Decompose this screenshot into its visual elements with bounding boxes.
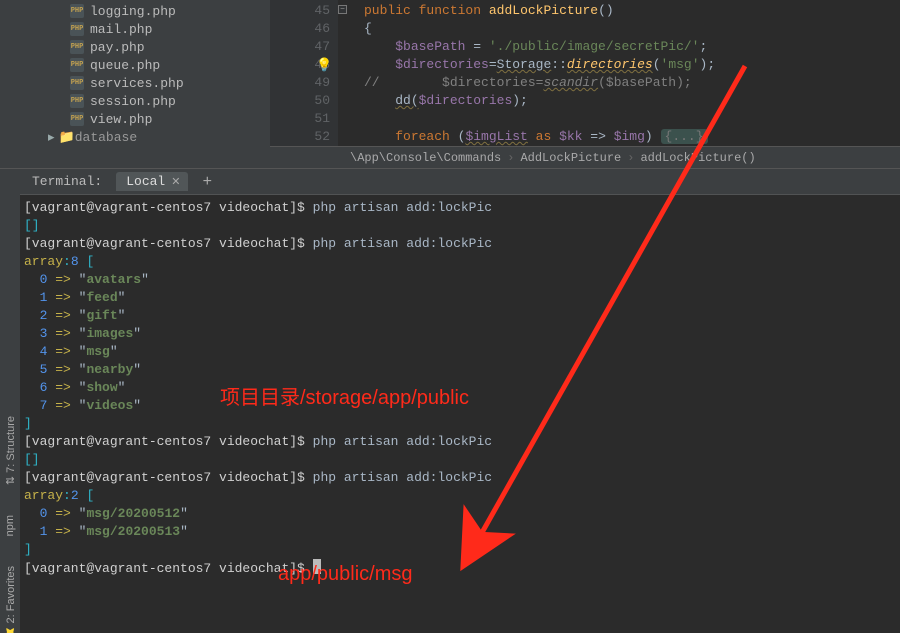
tree-label: queue.php (90, 58, 160, 73)
breadcrumb-seg[interactable]: \App\Console\Commands (350, 151, 501, 165)
add-terminal-button[interactable]: + (202, 173, 212, 191)
terminal-body: Terminal: Local ✕ + [vagrant@vagrant-cent… (20, 169, 900, 633)
tree-label: mail.php (90, 22, 152, 37)
sidebar-tab-favorites[interactable]: ⭐ 2: Favorites (4, 566, 17, 633)
php-icon: PHP (70, 40, 84, 54)
php-icon: PHP (70, 76, 84, 90)
tree-file[interactable]: PHP queue.php (0, 56, 270, 74)
bulb-icon[interactable]: 💡 (316, 57, 332, 75)
terminal-tab[interactable]: Local ✕ (116, 172, 188, 191)
tree-label: logging.php (90, 4, 176, 19)
terminal-tabs[interactable]: Terminal: Local ✕ + (20, 169, 900, 195)
terminal-title: Terminal: (32, 174, 102, 189)
annotation-text-1: 项目目录/storage/app/public (220, 381, 469, 410)
line-number: 52 (270, 128, 330, 146)
sidebar-tab-npm[interactable]: npm (4, 515, 16, 536)
chevron-right-icon: › (507, 151, 514, 165)
chevron-right-icon: ▸ (48, 130, 55, 145)
php-icon: PHP (70, 22, 84, 36)
top-split: PHP logging.php PHP mail.php PHP pay.php PH… (0, 0, 900, 169)
php-icon: PHP (70, 112, 84, 126)
line-number: 51 (270, 110, 330, 128)
tree-folder[interactable]: ▸📁 database (0, 128, 270, 146)
tree-label: session.php (90, 94, 176, 109)
tree-file[interactable]: PHP services.php (0, 74, 270, 92)
php-icon: PHP (70, 58, 84, 72)
php-icon: PHP (70, 4, 84, 18)
breadcrumb-seg[interactable]: AddLockPicture (520, 151, 621, 165)
line-number: 47 (270, 38, 330, 56)
tree-file[interactable]: PHP pay.php (0, 38, 270, 56)
code-area[interactable]: public function addLockPicture() { $base… (338, 0, 900, 146)
fold-placeholder[interactable]: {...} (661, 129, 708, 144)
line-number: 45 (270, 2, 330, 20)
chevron-right-icon: › (627, 151, 634, 165)
breadcrumb-seg[interactable]: addLockPicture() (640, 151, 755, 165)
close-icon[interactable]: ✕ (171, 175, 180, 189)
tree-file[interactable]: PHP session.php (0, 92, 270, 110)
terminal-panel: ⭐ 2: Favorites npm ⇅ 7: Structure Termin… (0, 169, 900, 633)
breadcrumb[interactable]: \App\Console\Commands › AddLockPicture › a… (270, 146, 900, 168)
terminal-output[interactable]: [vagrant@vagrant-centos7 videochat]$ php… (20, 195, 900, 633)
code-editor[interactable]: − 💡 45 46 47 48 49 50 51 52 public funct… (270, 0, 900, 168)
tree-file[interactable]: PHP logging.php (0, 2, 270, 20)
tree-file[interactable]: PHP mail.php (0, 20, 270, 38)
tree-label: database (75, 130, 137, 145)
php-icon: PHP (70, 94, 84, 108)
project-tree[interactable]: PHP logging.php PHP mail.php PHP pay.php PH… (0, 0, 270, 168)
tree-file[interactable]: PHP view.php (0, 110, 270, 128)
line-number: 46 (270, 20, 330, 38)
ide-window: PHP logging.php PHP mail.php PHP pay.php PH… (0, 0, 900, 633)
tree-label: services.php (90, 76, 184, 91)
editor-gutter: − 💡 45 46 47 48 49 50 51 52 (270, 0, 338, 146)
sidebar-tab-structure[interactable]: ⇅ 7: Structure (4, 416, 17, 485)
fold-toggle-icon[interactable]: − (338, 5, 347, 14)
line-number: 50 (270, 92, 330, 110)
line-number: 49 (270, 74, 330, 92)
terminal-tab-label: Local (126, 174, 165, 189)
tree-label: pay.php (90, 40, 145, 55)
annotation-text-2: app/public/msg (278, 563, 413, 586)
tree-label: view.php (90, 112, 152, 127)
tool-window-bar[interactable]: ⭐ 2: Favorites npm ⇅ 7: Structure (0, 169, 20, 633)
